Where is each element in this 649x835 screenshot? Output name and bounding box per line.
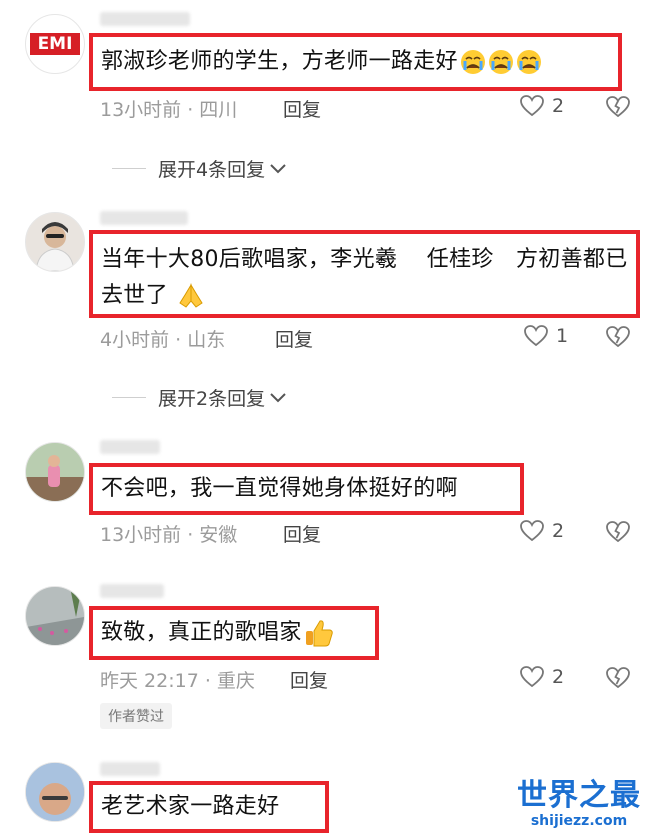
chevron-down-icon [270,392,286,402]
dislike-button[interactable] [606,96,630,122]
heart-icon [520,666,544,688]
broken-heart-icon [606,667,630,689]
expand-replies-label: 展开2条回复 [158,388,266,410]
broken-heart-icon [606,521,630,543]
comment-time-location: 13小时前 · 四川 [100,99,238,121]
avatar-photo [26,443,84,501]
comment-text: 郭淑珍老师的学生，方老师一路走好 [101,49,458,74]
like-button[interactable]: 1 [524,325,568,347]
avatar-photo [26,587,84,645]
heart-icon [520,520,544,542]
chevron-down-icon [270,163,286,173]
like-count: 1 [556,325,569,347]
comment-text-box: 致敬，真正的歌唱家 [89,606,379,660]
heart-icon [520,95,544,117]
comment-time-location: 13小时前 · 安徽 [100,524,238,546]
expand-replies-button[interactable]: 展开2条回复 [112,384,287,411]
watermark-title: 世界之最 [517,778,641,813]
divider-line [112,168,146,169]
comment-text-box: 老艺术家一路走好 [89,781,329,833]
avatar[interactable]: EMI [25,14,85,74]
heart-icon [524,325,548,347]
reply-button[interactable]: 回复 [283,520,321,547]
like-count: 2 [552,95,565,117]
comment-text: 不会吧，我一直觉得她身体挺好的啊 [101,476,458,501]
expand-replies-button[interactable]: 展开4条回复 [112,155,287,182]
comment-text: 老艺术家一路走好 [101,794,280,819]
expand-replies-label: 展开4条回复 [158,159,266,181]
username[interactable] [100,440,160,454]
dislike-button[interactable] [606,326,630,352]
watermark: 世界之最 shijiezz.com [517,778,641,830]
divider-line [112,397,146,398]
comment-text-box: 不会吧，我一直觉得她身体挺好的啊 [89,463,524,515]
comment-text-box: 郭淑珍老师的学生，方老师一路走好 [89,33,622,91]
folded-hands-icon [179,283,203,308]
watermark-url: shijiezz.com [530,813,628,829]
comment-text-box: 当年十大80后歌唱家，李光羲 任桂珍 方初善都已去世了 [89,230,640,318]
broken-heart-icon [606,96,630,118]
avatar-photo [26,213,84,271]
dislike-button[interactable] [606,521,630,547]
avatar[interactable] [25,212,85,272]
like-count: 2 [552,666,565,688]
thumbs-up-icon [305,620,333,647]
broken-heart-icon [606,326,630,348]
username[interactable] [100,211,188,225]
crying-face-icon [460,50,541,74]
reply-button[interactable]: 回复 [275,325,313,352]
comment-text: 当年十大80后歌唱家，李光羲 任桂珍 方初善都已去世了 [101,247,628,308]
emi-logo-icon: EMI [30,33,80,55]
author-liked-badge: 作者赞过 [100,703,172,729]
reply-button[interactable]: 回复 [290,666,328,693]
comment-time-location: 4小时前 · 山东 [100,329,226,351]
username[interactable] [100,12,190,26]
like-button[interactable]: 2 [520,95,564,117]
comment-text: 致敬，真正的歌唱家 [101,620,302,645]
avatar[interactable] [25,586,85,646]
username[interactable] [100,762,160,776]
like-button[interactable]: 2 [520,666,564,688]
avatar-photo [26,763,84,821]
reply-button[interactable]: 回复 [283,95,321,122]
dislike-button[interactable] [606,667,630,693]
avatar[interactable] [25,762,85,822]
comment-time-location: 昨天 22:17 · 重庆 [100,670,255,692]
like-button[interactable]: 2 [520,520,564,542]
username[interactable] [100,584,164,598]
like-count: 2 [552,520,565,542]
avatar[interactable] [25,442,85,502]
